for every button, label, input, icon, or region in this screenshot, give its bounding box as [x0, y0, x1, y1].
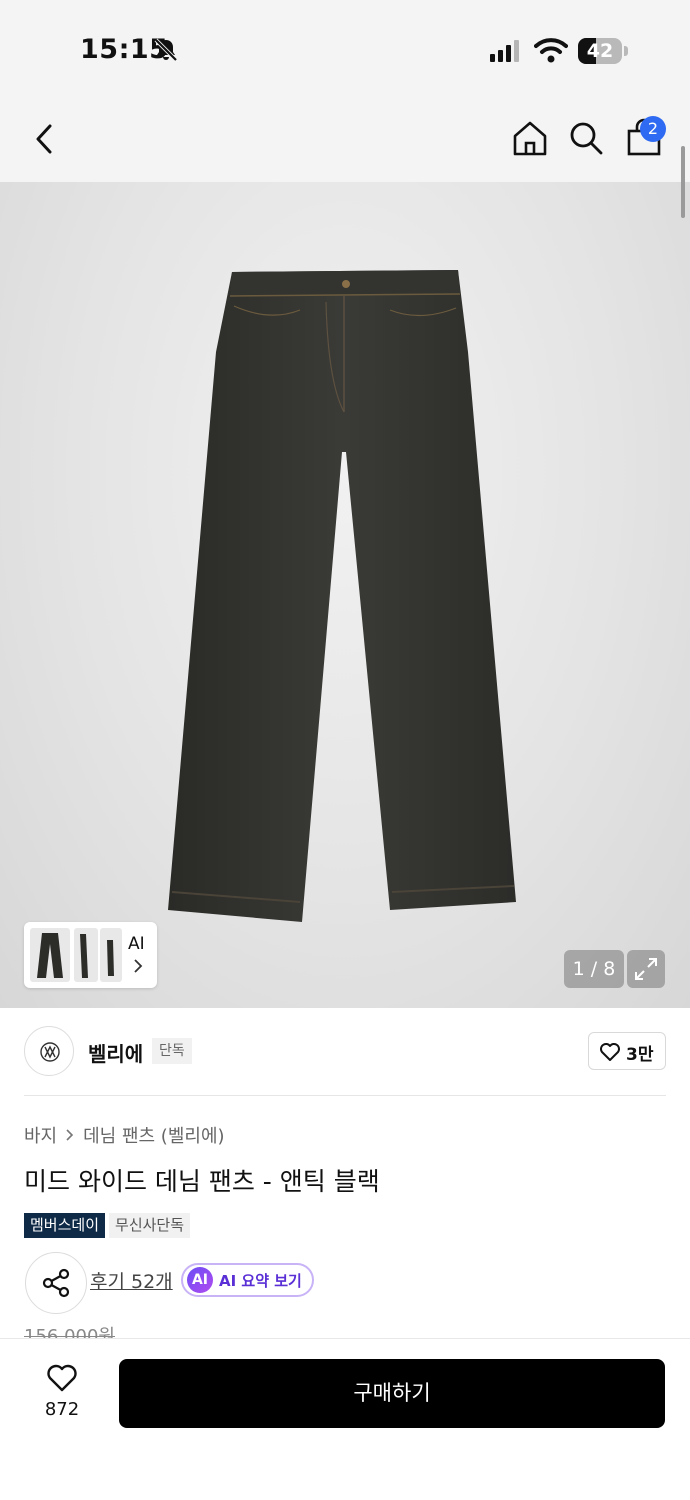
exclusive-badge: 단독: [152, 1038, 192, 1064]
ai-summary-label: AI 요약 보기: [219, 1271, 302, 1290]
wishlist-heart-icon[interactable]: [46, 1363, 78, 1393]
brand-row: 벨리에 단독 3만: [24, 1024, 666, 1096]
expand-button[interactable]: [627, 950, 665, 988]
battery-level: 42: [586, 40, 614, 62]
tag-members-day: 멤버스데이: [24, 1213, 106, 1238]
battery-icon: 42: [578, 38, 628, 64]
back-icon[interactable]: [28, 120, 62, 158]
share-button[interactable]: [25, 1252, 87, 1314]
signal-icon: [490, 40, 519, 62]
wifi-icon: [534, 38, 568, 63]
home-icon[interactable]: [510, 118, 550, 158]
thumbnail-image: [30, 928, 70, 982]
chevron-right-icon: [66, 1129, 74, 1141]
product-title: 미드 와이드 데님 팬츠 - 앤틱 블랙: [24, 1167, 380, 1196]
ai-badge-icon: AI: [187, 1267, 213, 1293]
brand-logo-mark-icon: [40, 1042, 60, 1062]
expand-icon: [635, 958, 657, 980]
brand-name[interactable]: 벨리에: [88, 1038, 143, 1067]
bottom-action-bar: 872 구매하기: [0, 1338, 690, 1500]
product-image: [168, 270, 516, 922]
breadcrumb-item-subcategory[interactable]: 데님 팬츠 (벨리에): [83, 1122, 224, 1148]
thumbnail-ai-label: AI: [128, 934, 145, 954]
chevron-right-icon: [134, 959, 143, 973]
breadcrumb-item-category[interactable]: 바지: [24, 1122, 57, 1148]
breadcrumb: 바지 데님 팬츠 (벨리에): [24, 1122, 225, 1148]
cart-count-badge: 2: [640, 116, 666, 142]
thumbnail-jeans-icon: [80, 934, 88, 978]
bell-slash-icon: [154, 38, 178, 62]
search-icon[interactable]: [566, 118, 606, 158]
thumbnail-jeans-icon: [107, 940, 114, 976]
share-icon: [42, 1268, 70, 1298]
scroll-indicator[interactable]: [681, 146, 685, 218]
status-bar: 15:15 42: [0, 0, 690, 100]
battery-nub: [624, 46, 628, 56]
thumbnail-image: [74, 928, 98, 982]
buy-button[interactable]: 구매하기: [119, 1359, 665, 1428]
thumbnail-jeans-icon: [37, 933, 63, 978]
battery-body: 42: [578, 38, 622, 64]
brand-logo[interactable]: [24, 1026, 74, 1076]
image-page-counter: 1 / 8: [564, 950, 624, 988]
nav-bar: 2: [0, 100, 690, 182]
ai-thumbnail-preview[interactable]: AI: [24, 922, 157, 988]
thumbnail-image: [100, 928, 122, 982]
product-tags: 멤버스데이 무신사단독: [24, 1213, 194, 1238]
wishlist-count: 872: [44, 1399, 80, 1420]
heart-icon: [600, 1043, 620, 1061]
tag-musinsa-exclusive: 무신사단독: [109, 1213, 191, 1238]
review-link[interactable]: 후기 52개: [90, 1267, 173, 1294]
brand-like-button[interactable]: 3만: [588, 1032, 666, 1070]
brand-like-count: 3만: [626, 1045, 654, 1065]
product-image-gallery[interactable]: AI 1 / 8: [0, 182, 690, 1008]
ai-summary-button[interactable]: AI AI 요약 보기: [181, 1263, 314, 1297]
